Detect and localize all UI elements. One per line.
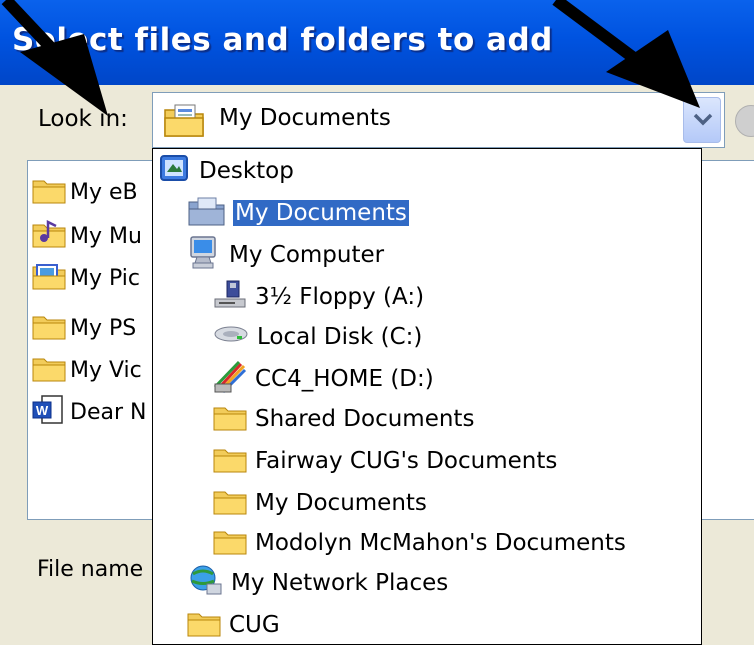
- arrow-to-look-in-icon: [1, 0, 108, 116]
- annotation-arrows: [1, 0, 700, 116]
- arrow-to-dropdown-button: [552, 0, 700, 108]
